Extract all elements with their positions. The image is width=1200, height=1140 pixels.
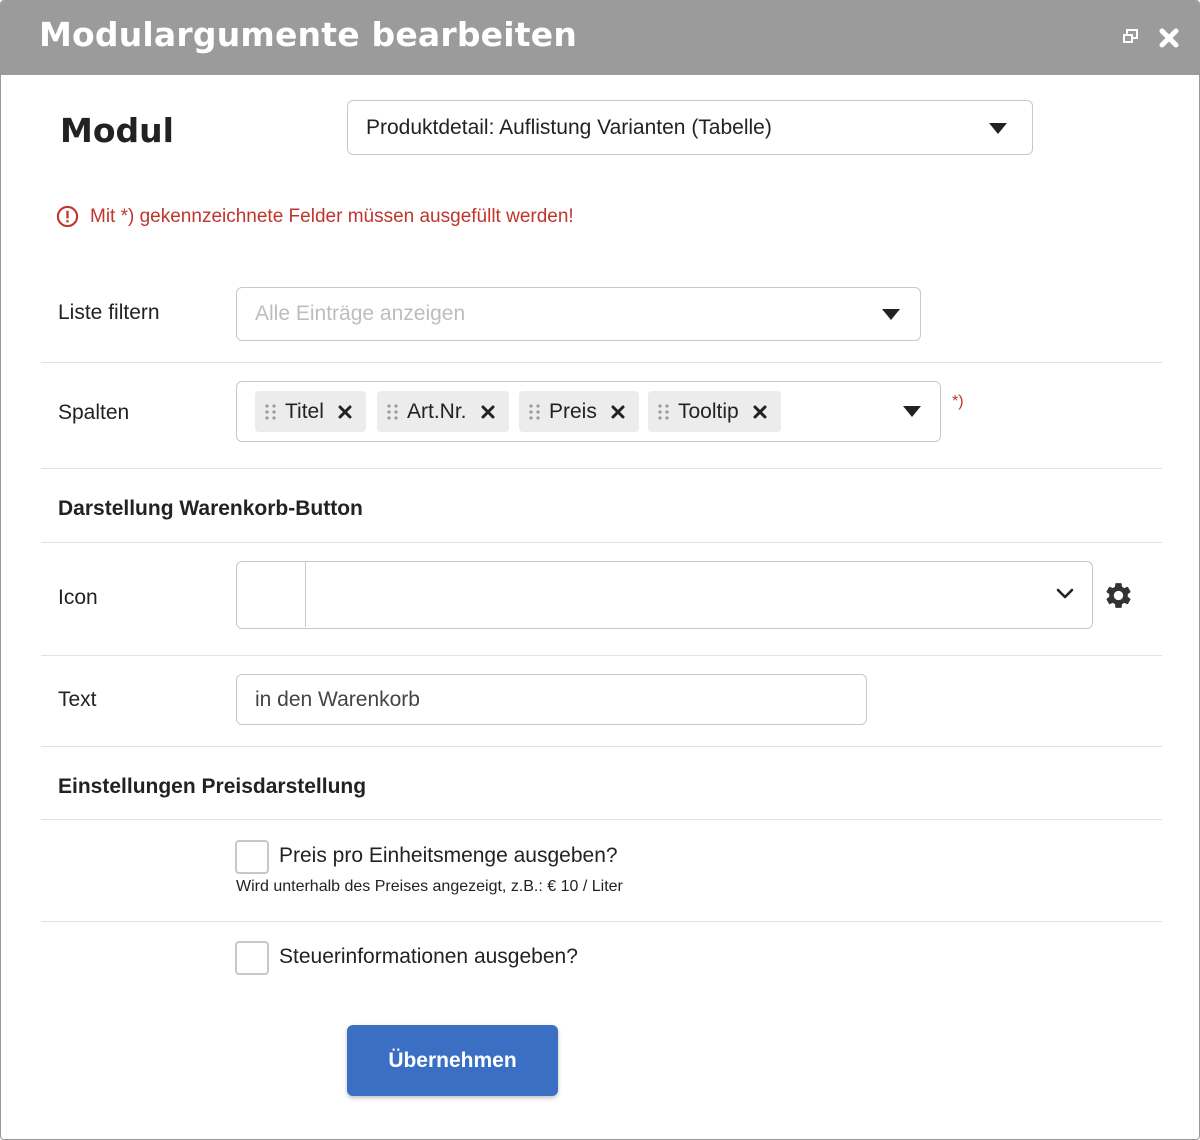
drag-handle-icon[interactable] xyxy=(528,403,542,421)
icon-preview xyxy=(237,562,306,627)
chip-label: Art.Nr. xyxy=(407,399,467,423)
filter-select[interactable]: Alle Einträge anzeigen xyxy=(236,287,921,341)
modul-select[interactable]: Produktdetail: Auflistung Varianten (Tab… xyxy=(347,100,1033,155)
spalten-multiselect[interactable]: Titel Art.Nr. Preis Tooltip xyxy=(236,381,941,442)
chip-label: Titel xyxy=(285,399,324,423)
divider xyxy=(41,655,1162,656)
dialog-title: Modulargumente bearbeiten xyxy=(39,15,578,54)
section-heading-price: Einstellungen Preisdarstellung xyxy=(58,775,367,798)
tax-info-checkbox[interactable] xyxy=(235,941,269,975)
remove-chip-icon[interactable] xyxy=(338,405,352,419)
chip-preis[interactable]: Preis xyxy=(519,391,639,432)
drag-handle-icon[interactable] xyxy=(386,403,400,421)
caret-down-icon xyxy=(989,123,1007,134)
restore-window-icon[interactable] xyxy=(1121,27,1143,49)
chip-tooltip[interactable]: Tooltip xyxy=(648,391,781,432)
unit-price-checkbox[interactable] xyxy=(235,840,269,874)
filter-select-placeholder: Alle Einträge anzeigen xyxy=(255,302,466,325)
modul-label: Modul xyxy=(60,111,174,150)
unit-price-label[interactable]: Preis pro Einheitsmenge ausgeben? xyxy=(279,844,618,868)
section-heading-cart-button: Darstellung Warenkorb-Button xyxy=(58,497,363,520)
remove-chip-icon[interactable] xyxy=(611,405,625,419)
error-circle-icon xyxy=(56,205,79,228)
divider xyxy=(41,819,1162,820)
drag-handle-icon[interactable] xyxy=(264,403,278,421)
submit-button[interactable]: Übernehmen xyxy=(347,1025,558,1096)
close-icon[interactable] xyxy=(1158,27,1180,49)
divider xyxy=(41,921,1162,922)
modul-select-value: Produktdetail: Auflistung Varianten (Tab… xyxy=(366,115,772,139)
title-bar[interactable]: Modulargumente bearbeiten xyxy=(1,1,1199,75)
caret-down-icon xyxy=(882,309,900,320)
divider xyxy=(41,542,1162,543)
remove-chip-icon[interactable] xyxy=(753,405,767,419)
chevron-down-icon xyxy=(1056,588,1074,599)
chip-artnr[interactable]: Art.Nr. xyxy=(377,391,509,432)
chip-label: Preis xyxy=(549,399,597,423)
chip-label: Tooltip xyxy=(678,399,739,423)
text-label: Text xyxy=(58,688,97,711)
divider xyxy=(41,746,1162,747)
error-text: Mit *) gekennzeichnete Felder müssen aus… xyxy=(90,205,574,227)
divider xyxy=(41,362,1162,363)
tax-info-label[interactable]: Steuerinformationen ausgeben? xyxy=(279,945,578,969)
gear-icon[interactable] xyxy=(1103,580,1134,611)
error-message: Mit *) gekennzeichnete Felder müssen aus… xyxy=(56,205,574,228)
spalten-label: Spalten xyxy=(58,401,130,424)
unit-price-hint: Wird unterhalb des Preises angezeigt, z.… xyxy=(236,878,623,895)
icon-select[interactable] xyxy=(236,561,1093,629)
button-text-input[interactable] xyxy=(236,674,867,725)
remove-chip-icon[interactable] xyxy=(481,405,495,419)
drag-handle-icon[interactable] xyxy=(657,403,671,421)
filter-label: Liste filtern xyxy=(58,301,160,324)
divider xyxy=(41,468,1162,469)
chip-titel[interactable]: Titel xyxy=(255,391,366,432)
required-marker: *) xyxy=(952,393,964,410)
modal-dialog: Modulargumente bearbeiten Modul Produktd… xyxy=(0,0,1200,1140)
caret-down-icon[interactable] xyxy=(903,406,921,417)
icon-label: Icon xyxy=(58,586,98,609)
